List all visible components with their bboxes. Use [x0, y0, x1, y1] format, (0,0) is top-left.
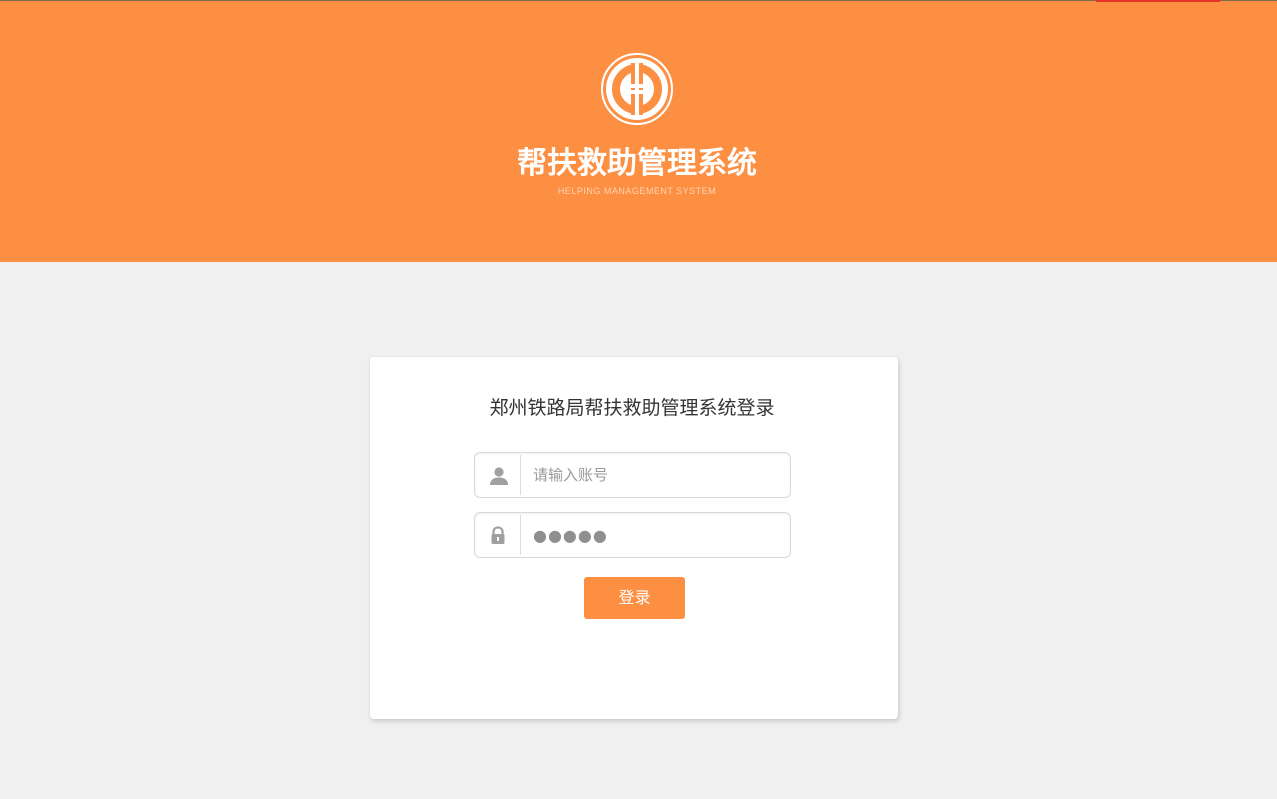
top-mark	[1096, 0, 1220, 2]
union-emblem-icon	[601, 53, 673, 125]
password-icon-box	[475, 515, 521, 555]
login-heading: 郑州铁路局帮扶救助管理系统登录	[489, 397, 775, 419]
app-subtitle: HELPING MANAGEMENT SYSTEM	[557, 186, 717, 196]
top-strip	[0, 0, 1277, 1]
app-title: 帮扶救助管理系统	[517, 146, 757, 181]
lock-icon	[491, 526, 505, 544]
user-icon	[490, 467, 508, 485]
password-input[interactable]	[533, 513, 783, 557]
login-button[interactable]: 登录	[584, 577, 685, 619]
username-icon-box	[475, 455, 521, 495]
header-banner: 帮扶救助管理系统 HELPING MANAGEMENT SYSTEM	[0, 0, 1277, 262]
username-input[interactable]	[533, 453, 783, 497]
password-field[interactable]	[474, 512, 791, 558]
login-card: 郑州铁路局帮扶救助管理系统登录 登录	[370, 357, 898, 719]
username-field[interactable]	[474, 452, 791, 498]
